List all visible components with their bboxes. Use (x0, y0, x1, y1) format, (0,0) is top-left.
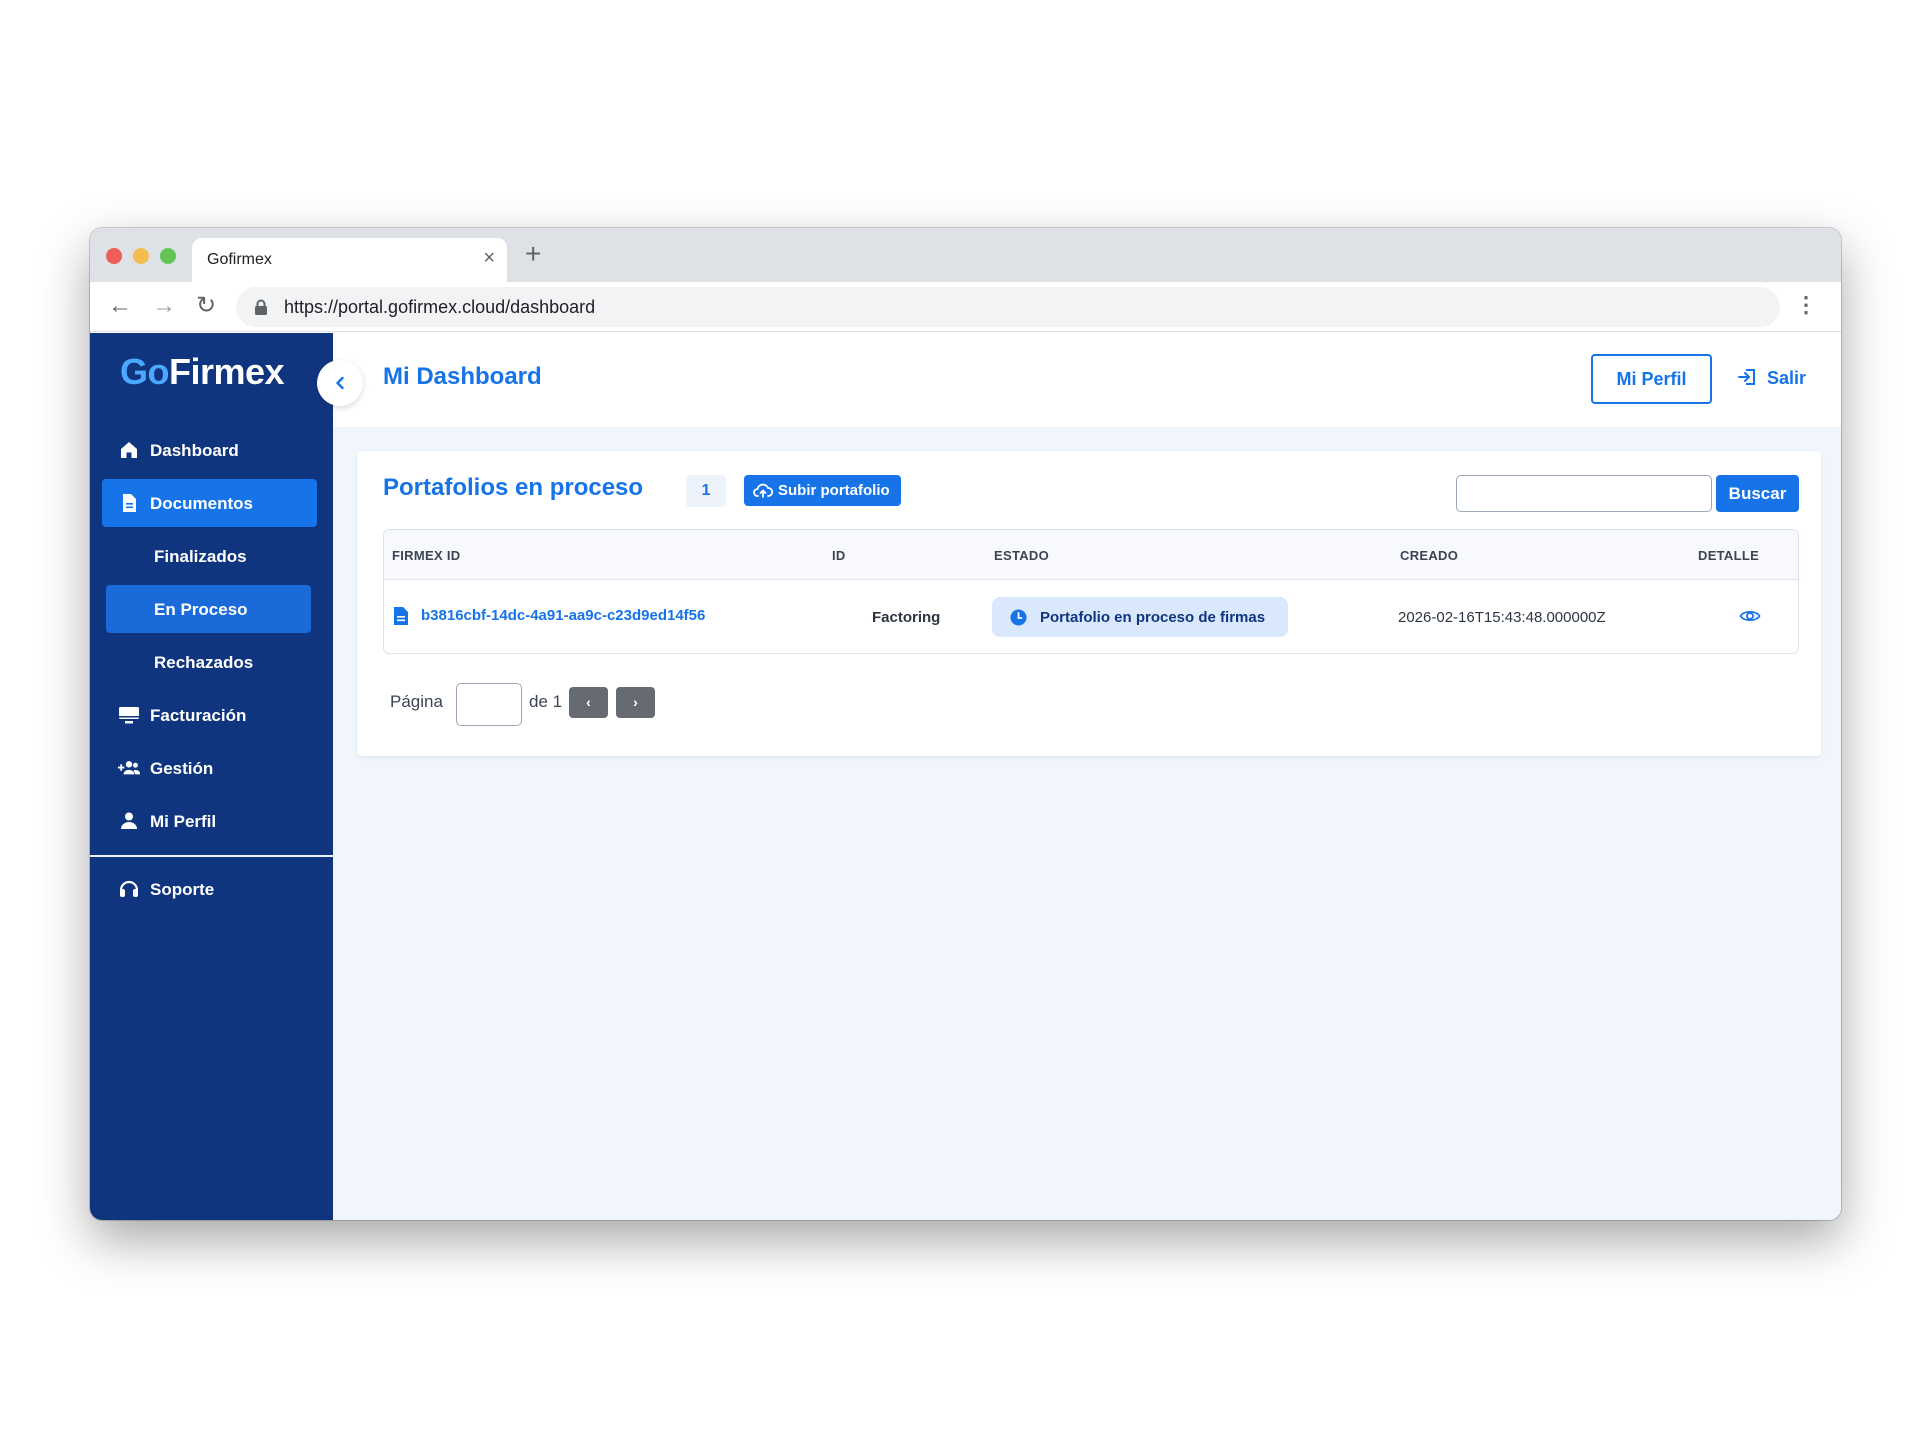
url-text: https://portal.gofirmex.cloud/dashboard (284, 297, 596, 317)
profile-button[interactable]: Mi Perfil (1591, 354, 1712, 404)
logout-icon (1738, 369, 1755, 385)
upload-portfolio-button[interactable]: Subir portafolio (744, 475, 901, 506)
eye-icon[interactable] (1739, 607, 1761, 625)
tab-strip: Gofirmex × + (90, 228, 1841, 282)
column-header-creado: CREADO (1400, 548, 1459, 563)
users-add-icon (118, 761, 140, 775)
firmex-id-link[interactable]: b3816cbf-14dc-4a91-aa9c-c23d9ed14f56 (421, 607, 705, 624)
sidebar-collapse-button[interactable] (317, 360, 363, 406)
page-title: Mi Dashboard (383, 363, 542, 390)
page-header: Mi Dashboard Mi Perfil Salir (333, 333, 1841, 427)
new-tab-button[interactable]: + (525, 240, 541, 268)
close-window-button[interactable] (106, 248, 122, 264)
search-input[interactable] (1456, 475, 1712, 512)
lock-icon (255, 299, 267, 315)
sidebar: GoFirmex Dashboard Documentos Finalizado… (90, 333, 333, 1220)
browser-tab[interactable]: Gofirmex × (192, 238, 507, 282)
app-body: GoFirmex Dashboard Documentos Finalizado… (90, 333, 1841, 1220)
table-header: FIRMEX ID ID ESTADO CREADO DETALLE (384, 530, 1798, 580)
logo-go: Go (120, 351, 170, 392)
sidebar-item-label: Facturación (150, 706, 247, 725)
status-label: Portafolio en proceso de firmas (1040, 609, 1266, 626)
pagination-label: Página (390, 692, 443, 711)
card-title: Portafolios en proceso (383, 474, 644, 501)
logo-firmex: Firmex (169, 351, 285, 392)
upload-label: Subir portafolio (778, 482, 890, 499)
browser-toolbar: ← → ↻ https://portal.gofirmex.cloud/dash… (90, 282, 1841, 332)
sidebar-subitem-label: Finalizados (154, 547, 247, 566)
sidebar-item-label: Documentos (150, 494, 253, 513)
portfolios-card: Portafolios en proceso 1 Subir portafoli… (357, 451, 1821, 756)
clock-icon (1010, 609, 1027, 626)
sidebar-item-label: Dashboard (150, 441, 239, 460)
chevron-left-icon (336, 376, 344, 390)
cloud-upload-icon (753, 483, 773, 498)
logout-label: Salir (1767, 368, 1807, 388)
brand-logo[interactable]: GoFirmex (120, 351, 285, 393)
sidebar-item-gestion[interactable]: Gestión (102, 744, 317, 792)
sidebar-subitem-finalizados[interactable]: Finalizados (106, 532, 311, 580)
sidebar-item-soporte[interactable]: Soporte (102, 865, 317, 913)
headset-icon (119, 880, 139, 897)
sidebar-item-documentos[interactable]: Documentos (102, 479, 317, 527)
sidebar-subitem-en-proceso[interactable]: En Proceso (106, 585, 311, 633)
sidebar-divider (90, 855, 333, 857)
sidebar-item-facturacion[interactable]: Facturación (102, 691, 317, 739)
column-header-detalle: DETALLE (1698, 548, 1760, 563)
document-icon (123, 494, 136, 512)
browser-menu-icon[interactable]: ⋮ (1795, 294, 1817, 316)
maximize-window-button[interactable] (160, 248, 176, 264)
search-button[interactable]: Buscar (1716, 475, 1799, 512)
sidebar-item-label: Gestión (150, 759, 214, 778)
browser-window: Gofirmex × + ← → ↻ https://portal.gofirm… (90, 228, 1841, 1220)
next-page-button[interactable]: › (616, 687, 655, 718)
prev-page-button[interactable]: ‹ (569, 687, 608, 718)
sidebar-subitem-label: Rechazados (154, 653, 254, 672)
sidebar-item-mi-perfil[interactable]: Mi Perfil (102, 797, 317, 845)
sidebar-item-label: Soporte (150, 880, 215, 899)
monitor-icon (119, 707, 139, 724)
minimize-window-button[interactable] (133, 248, 149, 264)
column-header-estado: ESTADO (994, 548, 1050, 563)
forward-button[interactable]: → (152, 292, 176, 320)
pagination-total: de 1 (529, 692, 563, 711)
user-icon (121, 812, 137, 829)
tab-title: Gofirmex (207, 251, 272, 268)
sidebar-item-dashboard[interactable]: Dashboard (102, 426, 317, 474)
row-id: Factoring (872, 609, 941, 626)
status-badge: Portafolio en proceso de firmas (992, 597, 1288, 637)
sidebar-item-label: Mi Perfil (150, 812, 217, 831)
column-header-firmex-id: FIRMEX ID (392, 548, 461, 563)
reload-button[interactable]: ↻ (196, 292, 216, 320)
sidebar-subitem-rechazados[interactable]: Rechazados (106, 638, 311, 686)
count-badge: 1 (686, 475, 726, 507)
tab-close-icon[interactable]: × (483, 248, 495, 268)
home-icon (121, 442, 137, 458)
back-button[interactable]: ← (108, 292, 132, 320)
table-row: b3816cbf-14dc-4a91-aa9c-c23d9ed14f56 Fac… (384, 580, 1798, 653)
address-bar[interactable]: https://portal.gofirmex.cloud/dashboard (236, 287, 1780, 327)
file-icon (394, 607, 408, 625)
portfolios-table: FIRMEX ID ID ESTADO CREADO DETALLE b3816… (383, 529, 1799, 654)
sidebar-subitem-label: En Proceso (154, 600, 248, 619)
column-header-id: ID (832, 548, 846, 563)
row-created: 2026-02-16T15:43:48.000000Z (1398, 609, 1606, 626)
page-number-input[interactable] (456, 683, 522, 726)
